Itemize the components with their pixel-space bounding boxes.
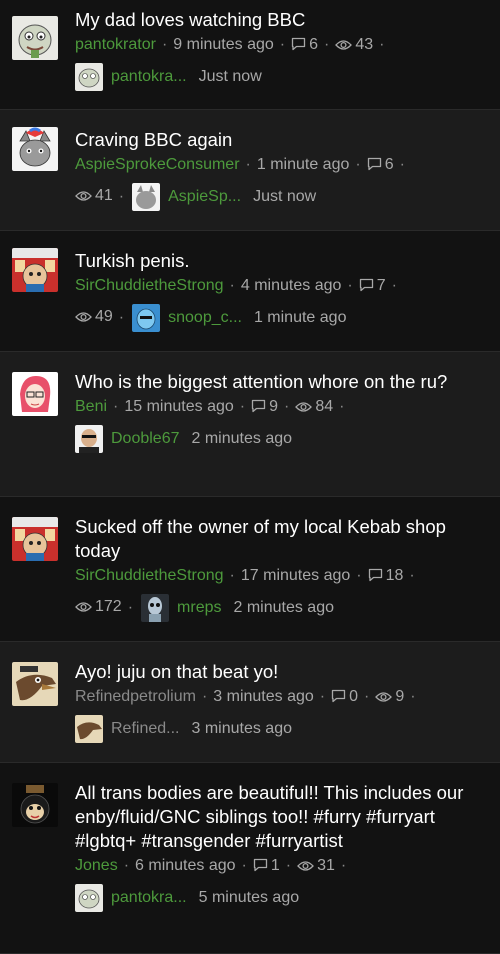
pepe-avatar[interactable] [12, 16, 58, 60]
last-reply-avatar [132, 304, 161, 332]
thread-author[interactable]: AspieSprokeConsumer [75, 156, 240, 173]
view-count: 49 [95, 308, 113, 325]
comment-icon [253, 855, 268, 881]
thread-item[interactable]: Who is the biggest attention whore on th… [0, 352, 500, 497]
last-reply-user[interactable]: mreps [177, 595, 221, 621]
thread-item[interactable]: Sucked off the owner of my local Kebab s… [0, 497, 500, 642]
last-reply-user[interactable]: pantokra... [111, 64, 187, 90]
last-reply-avatar [75, 715, 103, 743]
last-reply-avatar [141, 594, 170, 622]
last-reply[interactable]: 172 · mreps 2 minutes ago [75, 591, 488, 625]
last-reply-time: Just now [198, 68, 262, 85]
thread-meta: Jones · 6 minutes ago · 1 · 31 · [75, 853, 488, 881]
thread-meta: Refinedpetrolium · 3 minutes ago · 0 · 9 · [75, 684, 488, 712]
comment-icon [368, 565, 383, 591]
reply-count: 0 [349, 688, 359, 705]
last-reply-avatar [75, 425, 103, 453]
eye-icon [375, 686, 393, 712]
last-reply-time: 1 minute ago [253, 309, 347, 326]
thread-time: 15 minutes ago [124, 398, 234, 415]
last-reply-user[interactable]: Dooble67 [111, 426, 180, 452]
last-reply[interactable]: pantokra... Just now [75, 60, 488, 94]
thread-meta: AspieSprokeConsumer · 1 minute ago · 6 · [75, 152, 488, 180]
reply-count: 1 [270, 857, 280, 874]
view-count: 172 [95, 598, 122, 615]
last-reply-user[interactable]: pantokra... [111, 885, 187, 911]
thread-time: 4 minutes ago [240, 277, 342, 294]
eye-icon [295, 396, 313, 422]
last-reply[interactable]: 49 · snoop_c... 1 minute ago [75, 301, 488, 335]
thread-meta: Beni · 15 minutes ago · 9 · 84 · [75, 394, 488, 422]
thread-title[interactable]: Turkish penis. [75, 239, 488, 273]
thread-item[interactable]: Turkish penis. SirChuddietheStrong · 4 min… [0, 231, 500, 352]
eye-icon [335, 34, 353, 60]
thread-time: 17 minutes ago [240, 567, 351, 584]
last-reply-avatar [132, 183, 161, 211]
last-reply-user[interactable]: Refined... [111, 716, 179, 742]
last-reply-user[interactable]: snoop_c... [168, 305, 242, 331]
comment-icon [367, 154, 382, 180]
thread-meta: SirChuddietheStrong · 17 minutes ago · 18 · [75, 563, 488, 591]
last-reply-avatar [75, 63, 103, 91]
view-count: 9 [395, 688, 405, 705]
thread-item[interactable]: My dad loves watching BBC pantokrator · 9 … [0, 0, 500, 110]
comment-icon [251, 396, 266, 422]
last-reply-time: 5 minutes ago [198, 889, 300, 906]
last-reply-avatar [75, 884, 103, 912]
last-reply-user[interactable]: AspieSp... [168, 184, 241, 210]
thread-author[interactable]: Beni [75, 398, 107, 415]
thread-time: 6 minutes ago [135, 857, 236, 874]
view-count: 84 [315, 398, 334, 415]
thread-item[interactable]: All trans bodies are beautiful!! This in… [0, 763, 500, 954]
thread-time: 1 minute ago [256, 156, 350, 173]
last-reply-time: 2 minutes ago [233, 599, 334, 616]
thread-title[interactable]: All trans bodies are beautiful!! This in… [75, 771, 488, 853]
thread-title[interactable]: My dad loves watching BBC [75, 8, 488, 32]
cartoon-avatar[interactable] [12, 517, 58, 561]
view-count: 41 [95, 187, 113, 204]
thread-meta: SirChuddietheStrong · 4 minutes ago · 7 · [75, 273, 488, 301]
last-reply-time: Just now [253, 188, 317, 205]
thread-feed: My dad loves watching BBC pantokrator · 9 … [0, 0, 500, 954]
reply-count: 7 [376, 277, 386, 294]
thread-item[interactable]: Ayo! juju on that beat yo! Refinedpetrol… [0, 642, 500, 763]
thread-author[interactable]: Refinedpetrolium [75, 688, 196, 705]
thread-time: 3 minutes ago [213, 688, 314, 705]
comment-icon [291, 34, 306, 60]
reply-count: 6 [309, 36, 319, 53]
last-reply[interactable]: 41 · AspieSp... Just now [75, 180, 488, 214]
thread-title[interactable]: Ayo! juju on that beat yo! [75, 650, 488, 684]
reply-count: 9 [269, 398, 278, 415]
view-count: 31 [317, 857, 335, 874]
thread-meta: pantokrator · 9 minutes ago · 6 · 43 · [75, 32, 488, 60]
monkey-avatar[interactable] [12, 783, 58, 827]
cartoon-avatar[interactable] [12, 248, 58, 292]
view-count: 43 [355, 36, 374, 53]
bird-avatar[interactable] [12, 662, 58, 706]
last-reply-time: 3 minutes ago [191, 720, 292, 737]
eye-icon [297, 855, 315, 881]
thread-time: 9 minutes ago [173, 36, 274, 53]
reply-count: 6 [384, 156, 394, 173]
thread-title[interactable]: Who is the biggest attention whore on th… [75, 360, 488, 394]
comment-icon [359, 275, 374, 301]
last-reply[interactable]: pantokra... 5 minutes ago [75, 881, 488, 915]
thread-item[interactable]: Craving BBC again AspieSprokeConsumer · 1 … [0, 110, 500, 231]
thread-title[interactable]: Craving BBC again [75, 118, 488, 152]
last-reply[interactable]: Dooble67 2 minutes ago [75, 422, 488, 456]
reply-count: 18 [385, 567, 404, 584]
cat-avatar[interactable] [12, 127, 58, 171]
anime-avatar[interactable] [12, 372, 58, 416]
thread-title[interactable]: Sucked off the owner of my local Kebab s… [75, 505, 488, 563]
eye-icon [75, 596, 92, 622]
last-reply[interactable]: Refined... 3 minutes ago [75, 712, 488, 746]
thread-author[interactable]: SirChuddietheStrong [75, 567, 224, 584]
thread-author[interactable]: pantokrator [75, 36, 156, 53]
eye-icon [75, 306, 92, 332]
thread-author[interactable]: SirChuddietheStrong [75, 277, 224, 294]
eye-icon [75, 185, 92, 211]
comment-icon [331, 686, 346, 712]
last-reply-time: 2 minutes ago [191, 430, 293, 447]
thread-author[interactable]: Jones [75, 857, 118, 874]
